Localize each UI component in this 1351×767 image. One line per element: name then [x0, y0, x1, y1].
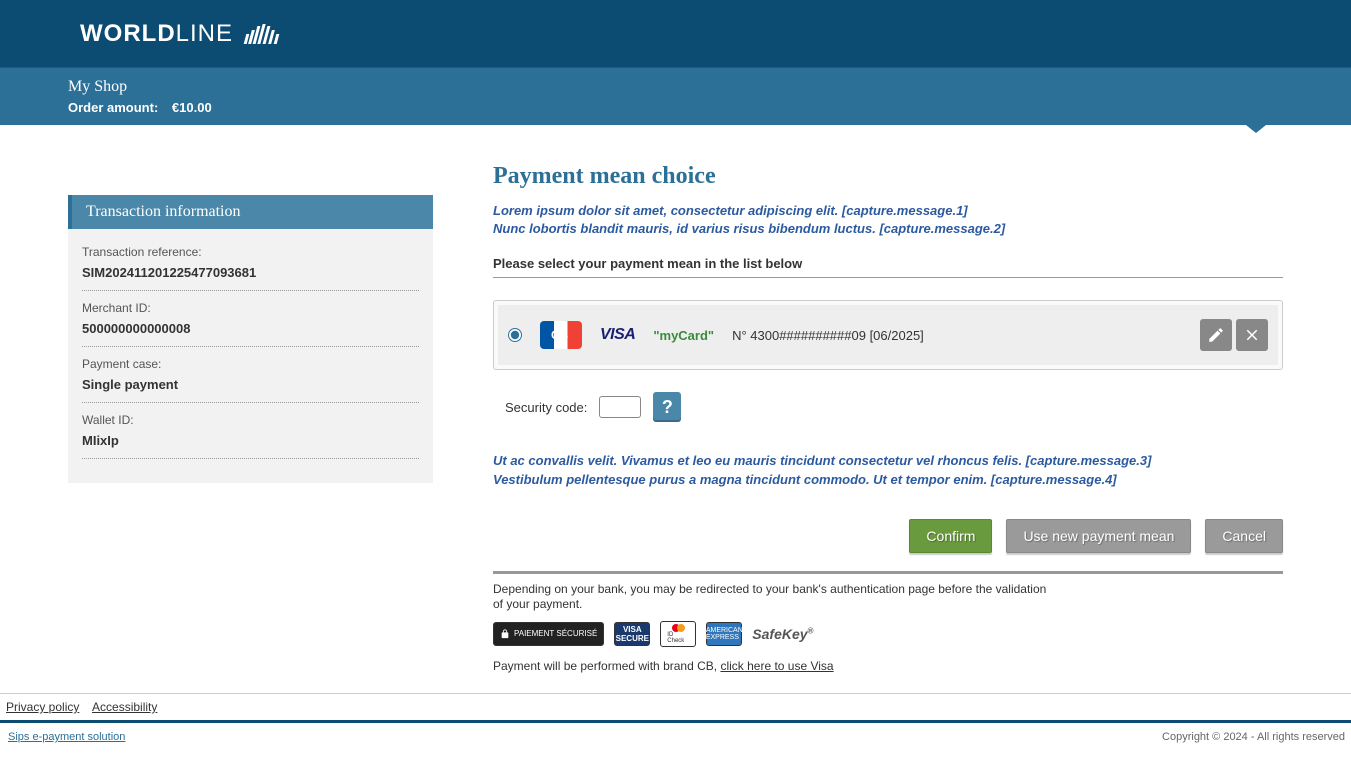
security-badges-row: PAIEMENT SÉCURISÉ VISA SECURE ID Check A…: [493, 621, 1283, 647]
order-amount-label: Order amount:: [68, 100, 158, 115]
capture-message-4: Vestibulum pellentesque purus a magna ti…: [493, 471, 1283, 489]
brand-note: Payment will be performed with brand CB,…: [493, 659, 1283, 673]
sips-link[interactable]: Sips e-payment solution: [8, 731, 125, 743]
visa-secure-badge: VISA SECURE: [614, 622, 650, 646]
info-value: 500000000000008: [82, 321, 419, 336]
info-row-transaction-ref: Transaction reference: SIM20241120122547…: [82, 239, 419, 291]
bank-redirect-note: Depending on your bank, you may be redir…: [493, 582, 1053, 613]
footer-links: Privacy policy Accessibility: [0, 693, 1351, 723]
info-row-wallet-id: Wallet ID: MIixIp: [82, 407, 419, 459]
accessibility-link[interactable]: Accessibility: [92, 700, 157, 714]
capture-message-3: Ut ac convallis velit. Vivamus et leo eu…: [493, 452, 1283, 470]
capture-message-1: Lorem ipsum dolor sit amet, consectetur …: [493, 202, 1283, 220]
security-code-help-button[interactable]: ?: [653, 392, 681, 422]
shop-name: My Shop: [68, 78, 1351, 96]
info-label: Merchant ID:: [82, 301, 419, 315]
edit-card-button[interactable]: [1200, 319, 1232, 351]
pencil-icon: [1207, 326, 1225, 344]
use-visa-link[interactable]: click here to use Visa: [720, 659, 833, 673]
order-amount-value: €10.00: [172, 100, 212, 115]
card-radio[interactable]: [508, 328, 522, 342]
capture-message-2: Nunc lobortis blandit mauris, id varius …: [493, 220, 1283, 238]
security-code-input[interactable]: [599, 396, 641, 418]
copyright-text: Copyright © 2024 - All rights reserved: [1162, 731, 1345, 743]
payment-card-row[interactable]: CB VISA "myCard" N° 4300##########09 [06…: [498, 305, 1278, 365]
info-value: Single payment: [82, 377, 419, 392]
visa-card-icon: VISA: [600, 326, 635, 344]
footer-bottom: Sips e-payment solution Copyright © 2024…: [0, 723, 1351, 743]
info-value: MIixIp: [82, 433, 419, 448]
info-row-merchant-id: Merchant ID: 500000000000008: [82, 295, 419, 347]
cancel-button[interactable]: Cancel: [1205, 519, 1283, 553]
order-amount-row: Order amount: €10.00: [68, 100, 1351, 115]
svg-text:CB: CB: [551, 328, 569, 342]
transaction-sidebar: Transaction information Transaction refe…: [68, 195, 433, 693]
new-payment-mean-button[interactable]: Use new payment mean: [1006, 519, 1191, 553]
mc-check-text: ID Check: [667, 632, 689, 644]
close-icon: [1243, 326, 1261, 344]
main-content: Payment mean choice Lorem ipsum dolor si…: [493, 145, 1283, 693]
info-label: Transaction reference:: [82, 245, 419, 259]
info-value: SIM202411201225477093681: [82, 265, 419, 280]
header-sub: My Shop Order amount: €10.00: [0, 67, 1351, 125]
lock-icon: [500, 628, 510, 640]
mastercard-idcheck-badge: ID Check: [660, 621, 696, 647]
page-title: Payment mean choice: [493, 163, 1283, 190]
security-code-label: Security code:: [505, 400, 587, 415]
mastercard-icon: [672, 624, 685, 632]
sidebar-body: Transaction reference: SIM20241120122547…: [68, 229, 433, 483]
brand-note-prefix: Payment will be performed with brand CB,: [493, 659, 720, 673]
safekey-badge: SafeKey®: [752, 626, 813, 642]
delete-card-button[interactable]: [1236, 319, 1268, 351]
header-top: WORLDLINE: [0, 0, 1351, 67]
worldline-logo: WORLDLINE: [80, 20, 278, 48]
info-row-payment-case: Payment case: Single payment: [82, 351, 419, 403]
confirm-button[interactable]: Confirm: [909, 519, 992, 553]
card-details: N° 4300##########09 [06/2025]: [732, 328, 924, 343]
cb-card-icon: CB: [540, 321, 582, 349]
select-instruction: Please select your payment mean in the l…: [493, 256, 1283, 278]
divider: [493, 571, 1283, 574]
info-label: Wallet ID:: [82, 413, 419, 427]
amex-badge: AMERICAN EXPRESS: [706, 622, 742, 646]
logo-text: WORLDLINE: [80, 20, 233, 48]
logo-stripes-icon: [245, 24, 278, 44]
privacy-policy-link[interactable]: Privacy policy: [6, 700, 79, 714]
card-nickname: "myCard": [653, 328, 714, 343]
payment-card-box: CB VISA "myCard" N° 4300##########09 [06…: [493, 300, 1283, 370]
action-button-row: Confirm Use new payment mean Cancel: [493, 519, 1283, 553]
triangle-marker-icon: [1246, 125, 1266, 133]
paiement-securise-badge: PAIEMENT SÉCURISÉ: [493, 622, 604, 646]
info-label: Payment case:: [82, 357, 419, 371]
security-code-row: Security code: ?: [493, 392, 1283, 422]
sidebar-title: Transaction information: [68, 195, 433, 229]
secure-badge-text: PAIEMENT SÉCURISÉ: [514, 629, 597, 638]
